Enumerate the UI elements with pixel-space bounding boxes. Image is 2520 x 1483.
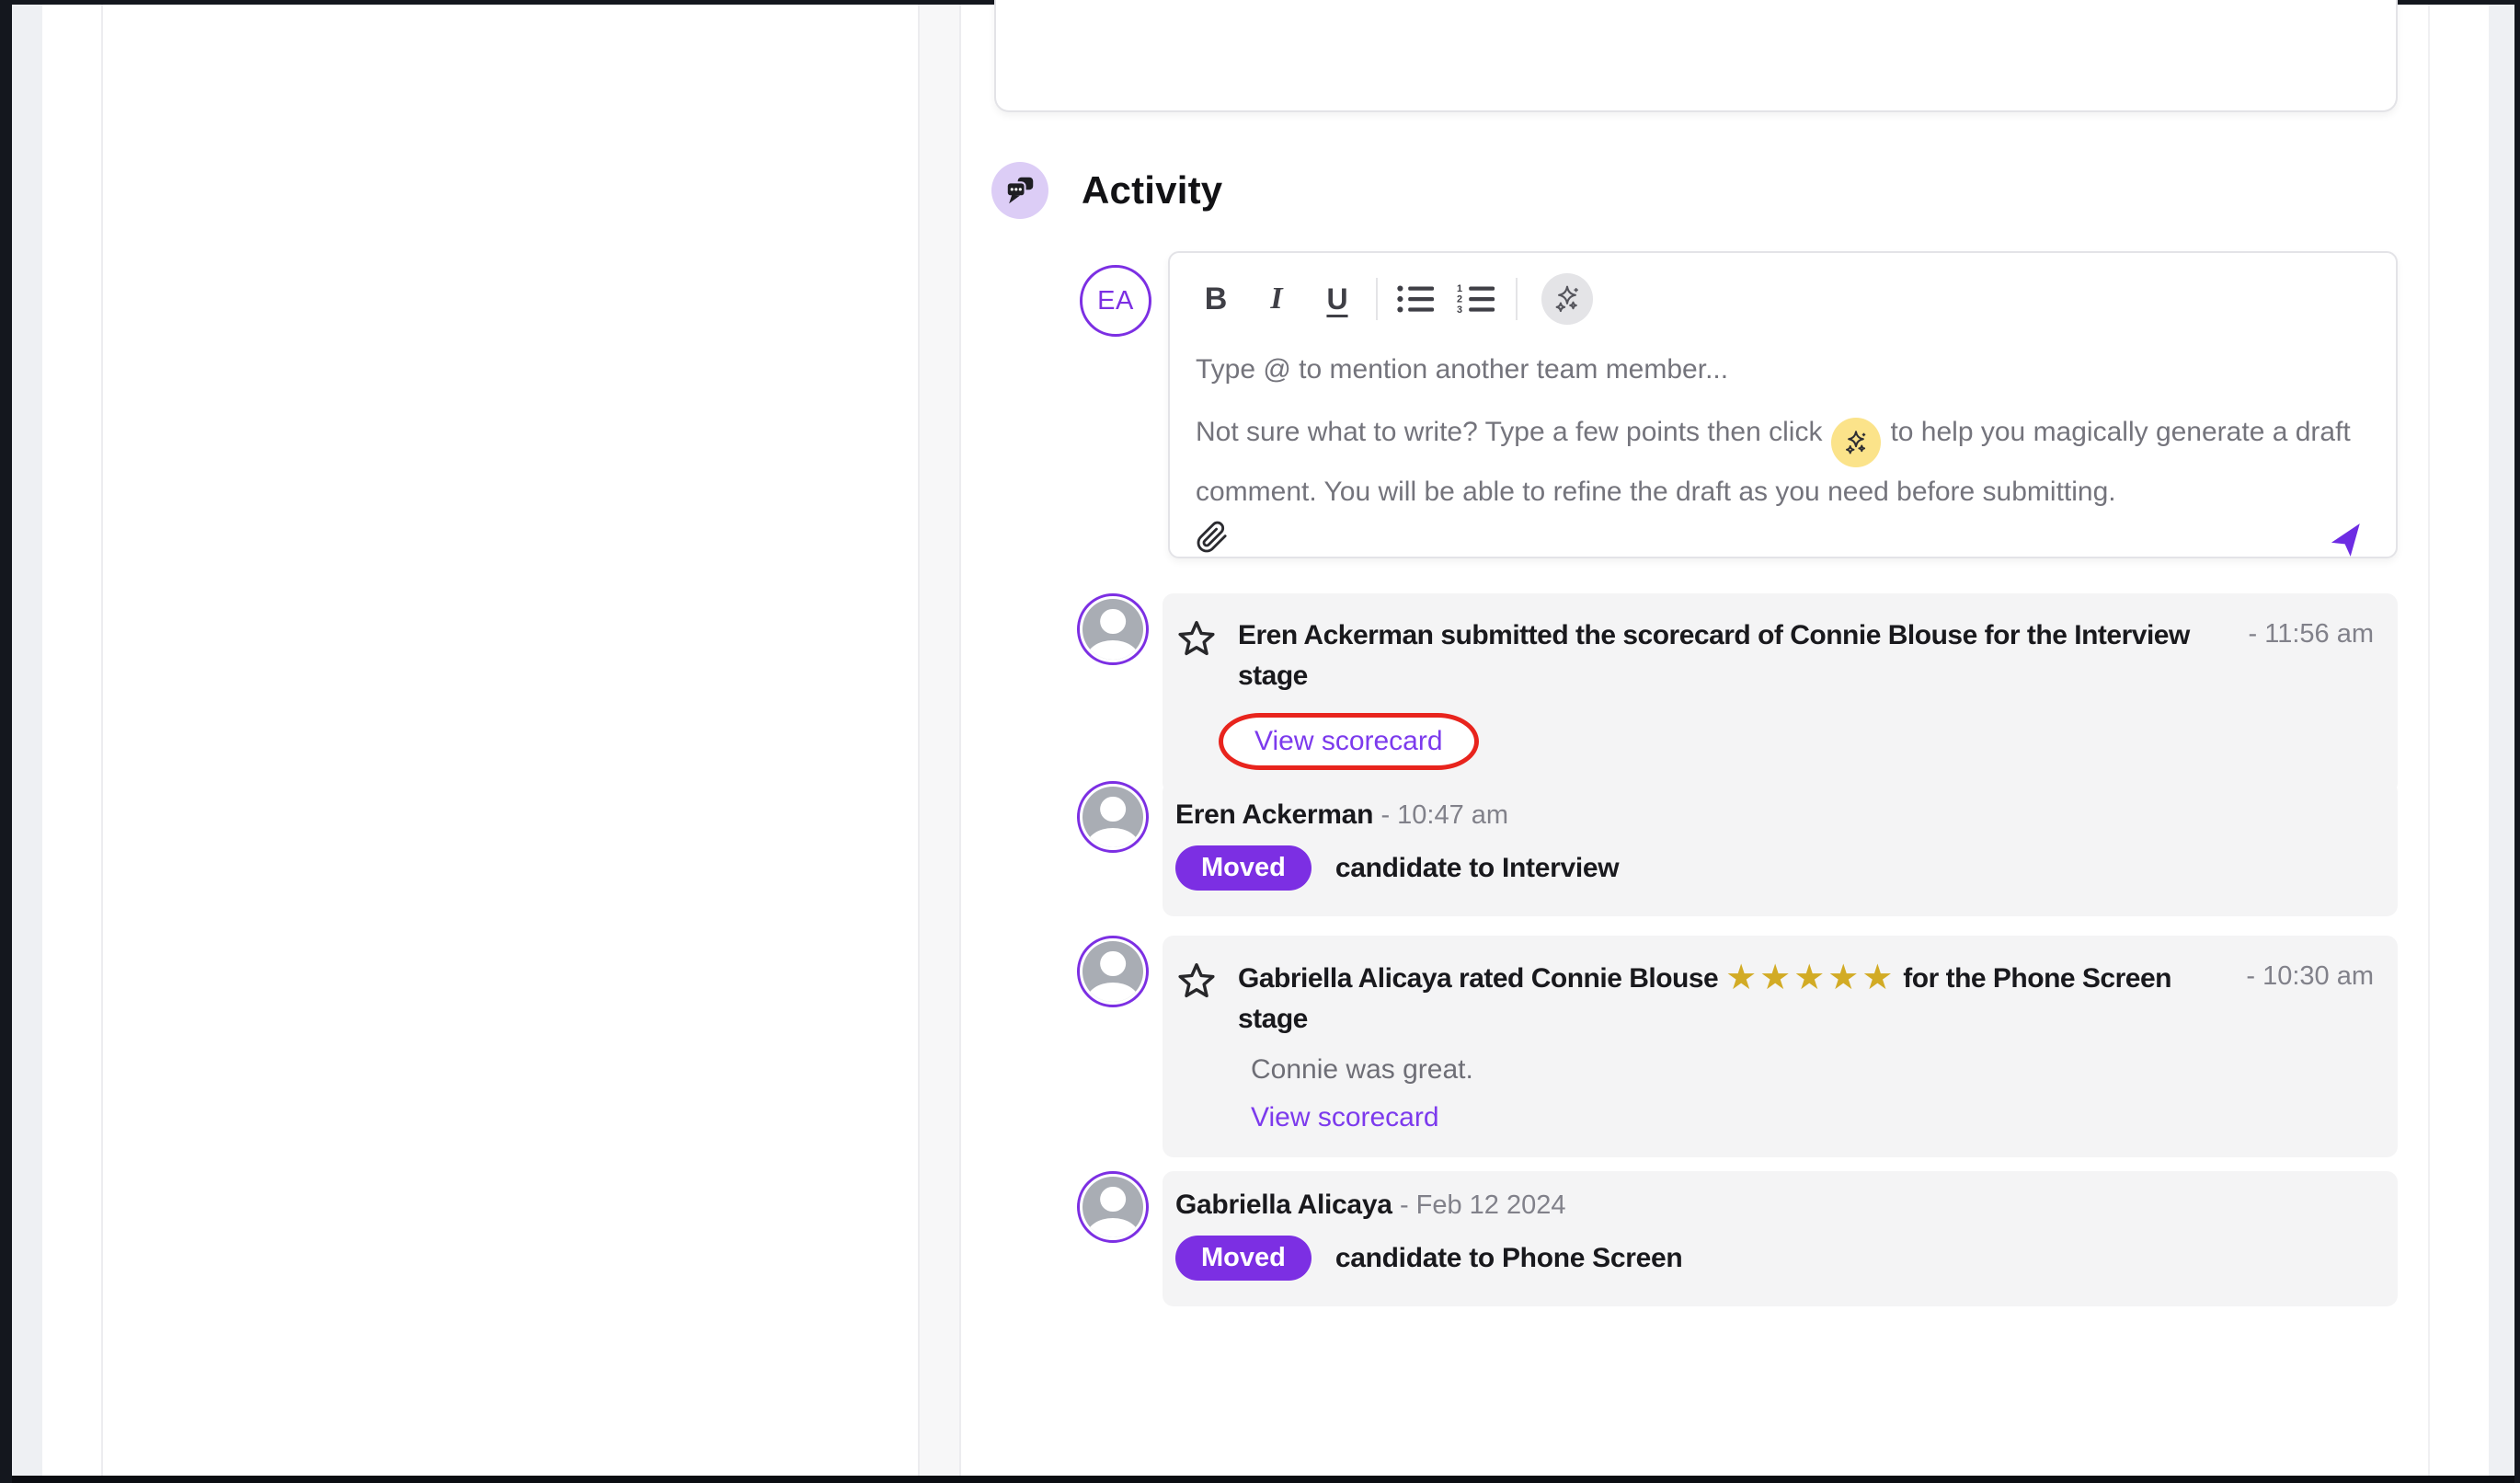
toolbar-divider: [1516, 278, 1518, 320]
activity-item-moved-interview: Eren Ackerman - 10:47 am Moved candidate…: [1077, 781, 2398, 916]
activity-text: candidate to Interview: [1335, 853, 1619, 884]
ai-sparkles-inline-icon: [1831, 418, 1881, 467]
toolbar-divider: [1376, 278, 1378, 320]
view-scorecard-link[interactable]: View scorecard: [1254, 726, 1443, 756]
underline-button[interactable]: U: [1317, 277, 1357, 321]
activity-item-scorecard-submitted: Eren Ackerman submitted the scorecard of…: [1077, 593, 2398, 794]
window-frame-bottom: [0, 1476, 2520, 1483]
activity-text: Gabriella Alicaya rated Connie Blouse ★★…: [1238, 958, 2236, 1040]
italic-button[interactable]: I: [1256, 277, 1297, 321]
activity-item-rated: Gabriella Alicaya rated Connie Blouse ★★…: [1077, 936, 2398, 1157]
annotation-red-ellipse: View scorecard: [1219, 713, 1479, 770]
star-rating: ★★★★★: [1725, 959, 1896, 997]
left-panel-inner-divider: [101, 5, 103, 1476]
window-frame-right: [2514, 0, 2520, 1483]
svg-text:2: 2: [1457, 294, 1462, 305]
ai-sparkles-button[interactable]: [1541, 273, 1593, 325]
mention-placeholder[interactable]: Type @ to mention another team member...: [1196, 354, 2370, 385]
numbered-list-button[interactable]: 1 2 3: [1457, 277, 1497, 321]
avatar: [1077, 593, 1149, 665]
attachment-icon[interactable]: [1196, 521, 1229, 558]
bullet-list-button[interactable]: [1396, 277, 1437, 321]
svg-text:1: 1: [1457, 283, 1462, 294]
avatar-initials: EA: [1080, 265, 1151, 337]
activity-item-moved-phone-screen: Gabriella Alicaya - Feb 12 2024 Moved ca…: [1077, 1171, 2398, 1306]
page-title: Activity: [1082, 168, 1222, 213]
activity-time: - 10:47 am: [1380, 800, 1508, 830]
activity-text: Eren Ackerman submitted the scorecard of…: [1238, 615, 2236, 696]
ai-hint-text: Not sure what to write? Type a few point…: [1196, 408, 2370, 517]
chat-bubbles-icon: [991, 162, 1048, 219]
right-gutter: [2489, 5, 2514, 1476]
editor-toolbar: B I U 1 2 3: [1196, 273, 2370, 325]
view-scorecard-link[interactable]: View scorecard: [1251, 1102, 1439, 1132]
star-icon: [1175, 617, 1218, 660]
avatar: [1077, 1171, 1149, 1243]
svg-text:3: 3: [1457, 305, 1462, 316]
bold-button[interactable]: B: [1196, 277, 1236, 321]
left-gutter: [12, 5, 42, 1476]
current-user-avatar: EA: [1080, 265, 1151, 337]
comment-editor[interactable]: B I U 1 2 3: [1168, 251, 2398, 558]
actor-name: Eren Ackerman: [1175, 799, 1373, 830]
activity-text: candidate to Phone Screen: [1335, 1243, 1683, 1274]
panel-resizer-gutter: [920, 5, 959, 1476]
actor-name: Gabriella Alicaya: [1175, 1190, 1392, 1220]
previous-section-card: [994, 0, 2398, 112]
right-rail-divider: [2428, 5, 2430, 1476]
activity-header: Activity: [991, 162, 1222, 219]
send-button[interactable]: [2330, 517, 2370, 562]
avatar: [1077, 781, 1149, 853]
main-panel-divider: [959, 5, 961, 1476]
star-icon: [1175, 960, 1218, 1002]
moved-badge: Moved: [1175, 845, 1312, 891]
avatar: [1077, 936, 1149, 1007]
editor-footer: [1196, 517, 2370, 562]
activity-time: - Feb 12 2024: [1400, 1190, 1566, 1220]
candidate-activity-page: Activity EA B I U 1: [0, 0, 2520, 1483]
ai-hint-before: Not sure what to write? Type a few point…: [1196, 417, 1822, 447]
scorecard-comment: Connie was great.: [1251, 1054, 2374, 1086]
activity-time: - 11:56 am: [2245, 615, 2374, 650]
moved-badge: Moved: [1175, 1236, 1312, 1281]
window-frame-left: [0, 0, 12, 1483]
activity-time: - 10:30 am: [2245, 958, 2374, 992]
